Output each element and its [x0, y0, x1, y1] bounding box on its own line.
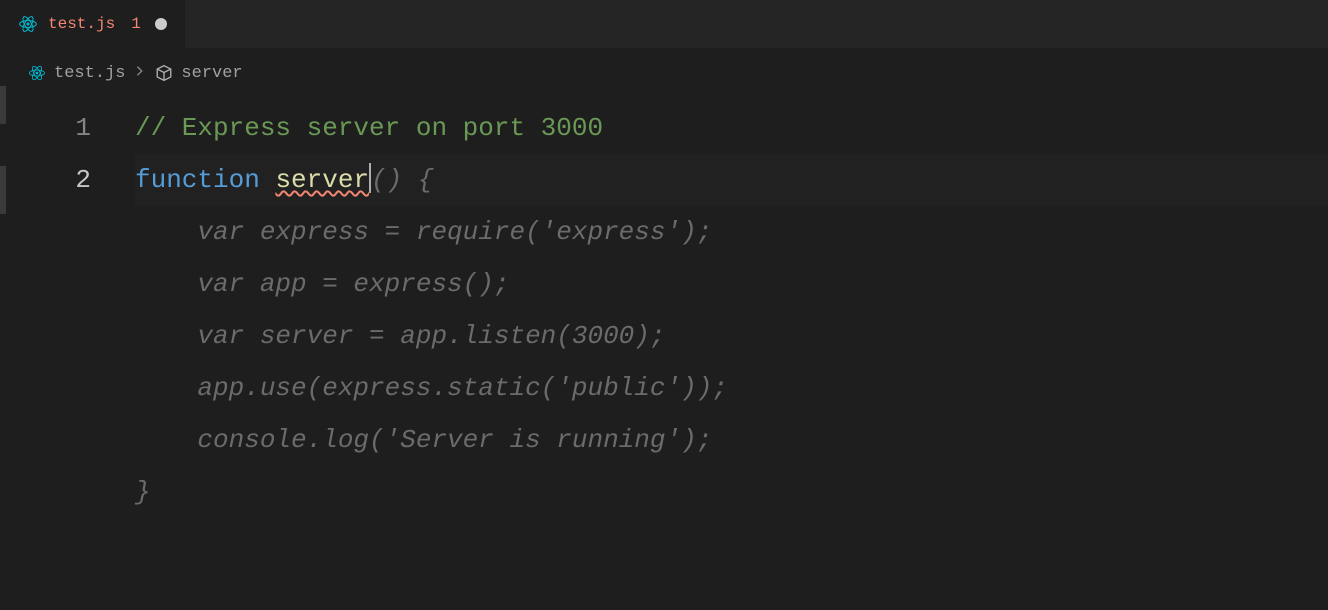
- line-number: 2: [0, 154, 135, 206]
- react-icon: [18, 14, 38, 34]
- react-icon: [28, 64, 46, 82]
- code-line: var app = express();: [0, 258, 1328, 310]
- code-content[interactable]: var app = express();: [135, 258, 1328, 310]
- decoration-marker: [0, 86, 6, 124]
- decoration-marker: [0, 166, 6, 214]
- ghost-suggestion: console.log('Server is running');: [135, 425, 712, 455]
- code-line: 2 function server() {: [0, 154, 1328, 206]
- code-content[interactable]: var server = app.listen(3000);: [135, 310, 1328, 362]
- code-content[interactable]: var express = require('express');: [135, 206, 1328, 258]
- code-line: console.log('Server is running');: [0, 414, 1328, 466]
- line-number: [0, 466, 135, 518]
- code-content[interactable]: }: [135, 466, 1328, 518]
- line-number: [0, 206, 135, 258]
- left-gutter-decorations: [0, 48, 4, 214]
- ghost-suggestion: }: [135, 477, 151, 507]
- ghost-suggestion: () {: [371, 165, 433, 195]
- line-number: [0, 258, 135, 310]
- tab-label: test.js: [48, 15, 115, 33]
- code-line: app.use(express.static('public'));: [0, 362, 1328, 414]
- chevron-right-icon: [133, 64, 147, 83]
- code-line: 1 // Express server on port 3000: [0, 102, 1328, 154]
- line-number: 1: [0, 102, 135, 154]
- code-line: }: [0, 466, 1328, 518]
- ghost-suggestion: app.use(express.static('public'));: [135, 373, 728, 403]
- code-line: var express = require('express');: [0, 206, 1328, 258]
- editor-tab-testjs[interactable]: test.js 1: [0, 0, 186, 48]
- code-content[interactable]: app.use(express.static('public'));: [135, 362, 1328, 414]
- breadcrumb-file[interactable]: test.js: [54, 64, 125, 83]
- line-number: [0, 414, 135, 466]
- tab-bar: test.js 1: [0, 0, 1328, 48]
- code-line: var server = app.listen(3000);: [0, 310, 1328, 362]
- ghost-suggestion: var server = app.listen(3000);: [135, 321, 666, 351]
- ghost-suggestion: var express = require('express');: [135, 217, 712, 247]
- code-content[interactable]: function server() {: [135, 154, 1328, 206]
- ghost-suggestion: var app = express();: [135, 269, 509, 299]
- line-number: [0, 362, 135, 414]
- text-cursor: [369, 163, 371, 193]
- breadcrumb-symbol[interactable]: server: [181, 64, 242, 83]
- tab-error-count: 1: [131, 15, 141, 33]
- unsaved-dot-icon[interactable]: [155, 18, 167, 30]
- line-number: [0, 310, 135, 362]
- breadcrumb[interactable]: test.js server: [0, 48, 1328, 84]
- code-editor[interactable]: 1 // Express server on port 3000 2 funct…: [0, 84, 1328, 518]
- code-content[interactable]: // Express server on port 3000: [135, 102, 1328, 154]
- symbol-method-icon: [155, 64, 173, 82]
- code-content[interactable]: console.log('Server is running');: [135, 414, 1328, 466]
